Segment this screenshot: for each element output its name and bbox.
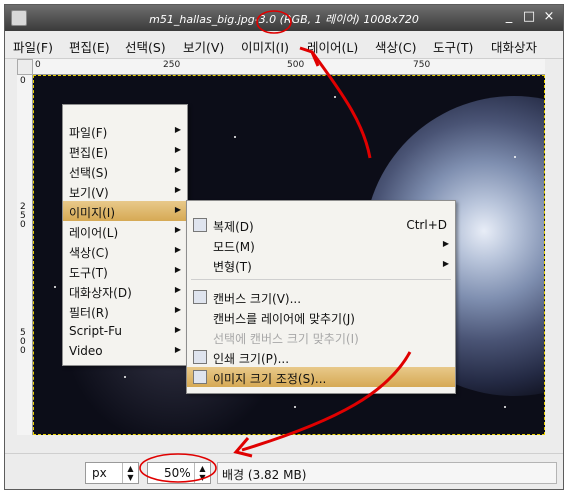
print-size-icon [193,350,207,364]
ruler-tick: 500 [287,60,305,70]
submenu-item-mode[interactable]: 모드(M) ▶ [187,235,455,255]
ruler-tick: 0 [35,60,41,70]
submenu-item-canvas-size[interactable]: 캔버스 크기(V)... [187,287,455,307]
context-menu-item[interactable]: 보기(V) ▶ [63,181,187,201]
context-menu-item[interactable]: 도구(T) ▶ [63,261,187,281]
ruler-tick: 250 [163,60,181,70]
star [124,376,126,378]
duplicate-icon [193,218,207,232]
menu-select[interactable]: 선택(S) [125,37,166,56]
menu-image[interactable]: 이미지(I) [241,37,289,56]
image-submenu: 복제(D) Ctrl+D 모드(M) ▶ 변형(T) ▶ 캔버스 크기(V)... 캔… [186,200,456,394]
submenu-item-transform[interactable]: 변형(T) ▶ [187,255,455,275]
menu-separator [191,279,451,280]
close-button[interactable]: × [541,10,557,26]
menu-colors[interactable]: 색상(C) [375,37,416,56]
context-menu-item[interactable]: 레이어(L) ▶ [63,221,187,241]
navigate-corner [545,59,563,435]
menu-view[interactable]: 보기(V) [183,37,224,56]
star [294,406,296,408]
scale-image-icon [193,370,207,384]
quick-mask-corner[interactable] [17,59,33,75]
canvas-size-icon [193,290,207,304]
vertical-ruler[interactable]: 0 250 500 [17,75,33,435]
window-title: m51_hallas_big.jpg-3.0 (RGB, 1 레이어) 1008… [149,13,419,26]
menu-file[interactable]: 파일(F) [13,37,53,56]
star [234,136,236,138]
star [514,156,516,158]
zoom-selector[interactable]: 50% ▲ ▼ [147,462,211,484]
context-menu-item[interactable]: 대화상자(D) ▶ [63,281,187,301]
spin-arrows-icon[interactable]: ▲ ▼ [194,463,210,483]
menu-edit[interactable]: 편집(E) [69,37,110,56]
context-menu-item[interactable]: 색상(C) ▶ [63,241,187,261]
menu-tools[interactable]: 도구(T) [433,37,473,56]
menu-layer[interactable]: 레이어(L) [307,37,358,56]
menu-bar: 파일(F) 편집(E) 선택(S) 보기(V) 이미지(I) 레이어(L) 색상… [5,31,563,59]
submenu-item-duplicate[interactable]: 복제(D) Ctrl+D [187,215,455,235]
submenu-item-scale-image[interactable]: 이미지 크기 조정(S)... [187,367,455,387]
context-menu-item[interactable]: 편집(E) ▶ [63,141,187,161]
context-menu-item[interactable]: Script-Fu ▶ [63,321,187,341]
context-menu-item[interactable]: 선택(S) ▶ [63,161,187,181]
zoom-value: 50% [164,466,191,480]
unit-value: px [92,466,107,480]
maximize-button[interactable]: □ [521,10,537,26]
horizontal-ruler[interactable]: 0 250 500 750 [33,59,545,75]
menu-dialogs[interactable]: 대화상자 [491,37,537,56]
star [504,406,506,408]
context-menu-item[interactable]: Video ▶ [63,341,187,361]
star [334,96,336,98]
context-menu-item[interactable]: 필터(R) ▶ [63,301,187,321]
submenu-item-fit-canvas-to-layers[interactable]: 캔버스를 레이어에 맞추기(J) [187,307,455,327]
ruler-tick: 750 [413,60,431,70]
context-menu-item[interactable]: 파일(F) ▶ [63,121,187,141]
ruler-tick: 0 [20,76,26,86]
ruler-tick: 500 [20,328,26,356]
bottom-scroll-area [17,435,563,453]
context-menu-item-image[interactable]: 이미지(I) ▶ [63,201,187,221]
status-message: 배경 (3.82 MB) [217,462,557,484]
spin-arrows-icon[interactable]: ▲ ▼ [122,463,138,483]
image-context-menu: 파일(F) ▶ 편집(E) ▶ 선택(S) ▶ 보기(V) ▶ 이미지(I) ▶ 레이어(… [62,104,188,366]
minimize-button[interactable]: _ [501,10,517,26]
submenu-item-fit-canvas-to-selection: 선택에 캔버스 크기 맞추기(I) [213,332,359,346]
ruler-tick: 250 [20,202,26,230]
unit-selector[interactable]: px ▲ ▼ [85,462,139,484]
star [54,286,56,288]
submenu-item-print-size[interactable]: 인쇄 크기(P)... [187,347,455,367]
status-bar: px ▲ ▼ 50% ▲ ▼ 배경 (3.82 MB) [5,453,563,489]
title-bar[interactable]: m51_hallas_big.jpg-3.0 (RGB, 1 레이어) 1008… [5,5,563,31]
